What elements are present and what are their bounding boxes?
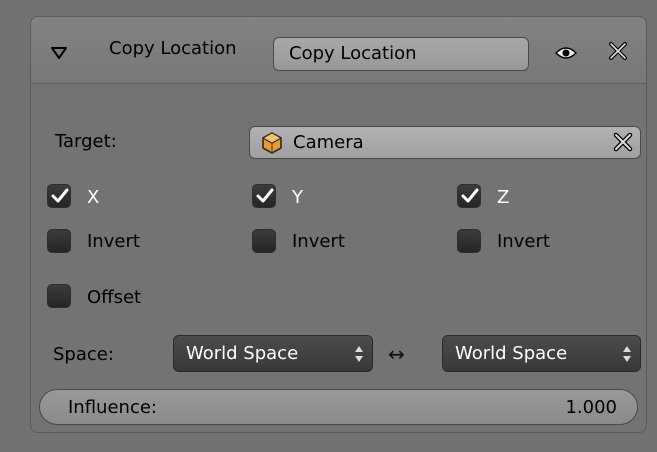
checkbox-z[interactable] xyxy=(457,184,481,208)
owner-space-dropdown[interactable]: World Space xyxy=(442,335,641,372)
checkbox-offset[interactable] xyxy=(47,284,71,308)
checkbox-invert-z[interactable] xyxy=(457,229,481,253)
disclosure-triangle-icon[interactable] xyxy=(51,43,67,64)
owner-space-value: World Space xyxy=(455,343,568,364)
target-value: Camera xyxy=(293,132,364,153)
camera-object-icon xyxy=(261,132,283,159)
target-field[interactable]: Camera xyxy=(249,126,641,159)
checkbox-y-label: Y xyxy=(292,187,303,208)
close-icon[interactable] xyxy=(608,41,628,66)
swap-arrow-icon: ↔ xyxy=(388,342,405,366)
influence-value: 1.000 xyxy=(565,397,617,418)
influence-label: Influence: xyxy=(68,397,157,418)
checkbox-invert-y[interactable] xyxy=(252,229,276,253)
updown-arrows-icon xyxy=(622,344,632,369)
checkbox-x[interactable] xyxy=(47,184,71,208)
constraint-header: Copy Location Copy Location xyxy=(31,17,646,84)
checkbox-invert-y-label: Invert xyxy=(292,231,345,252)
target-space-dropdown[interactable]: World Space xyxy=(173,335,373,372)
checkbox-invert-z-label: Invert xyxy=(497,231,550,252)
updown-arrows-icon xyxy=(354,344,364,369)
clear-icon[interactable] xyxy=(612,131,634,158)
checkbox-offset-label: Offset xyxy=(87,287,142,308)
constraint-type-label: Copy Location xyxy=(109,38,237,59)
checkbox-invert-x[interactable] xyxy=(47,229,71,253)
checkbox-invert-x-label: Invert xyxy=(87,231,140,252)
eye-icon[interactable] xyxy=(554,44,578,65)
checkbox-x-label: X xyxy=(87,187,100,208)
checkbox-z-label: Z xyxy=(497,187,510,208)
target-space-value: World Space xyxy=(186,343,299,364)
influence-slider[interactable]: Influence: 1.000 xyxy=(39,389,638,425)
checkbox-y[interactable] xyxy=(252,184,276,208)
space-label: Space: xyxy=(53,344,114,365)
target-label: Target: xyxy=(55,131,117,152)
constraint-name-field[interactable]: Copy Location xyxy=(273,37,529,71)
constraint-panel: Copy Location Copy Location Target: Came… xyxy=(30,16,647,433)
